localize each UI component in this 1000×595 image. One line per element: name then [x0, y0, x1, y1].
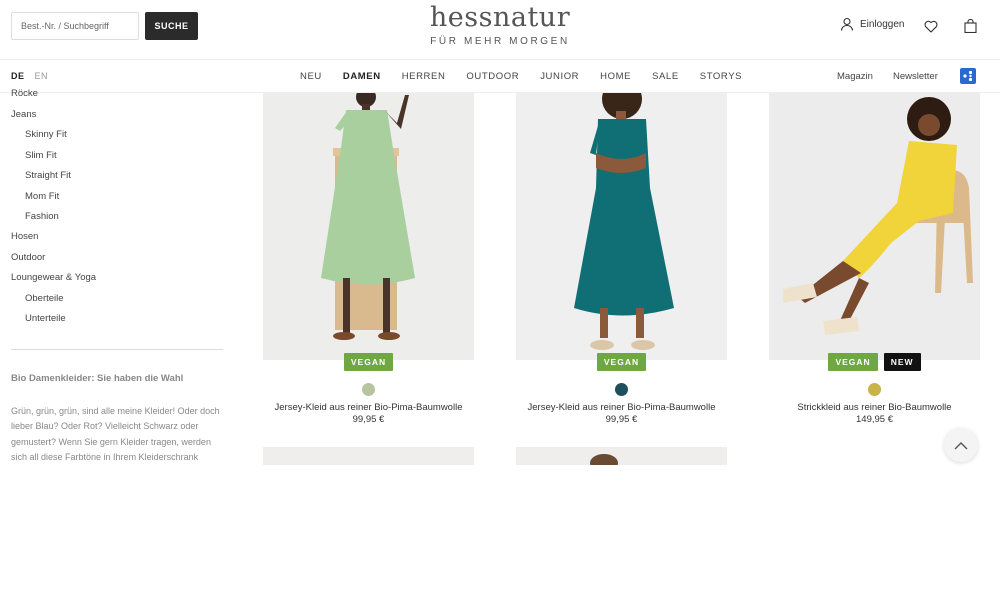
login-label: Einloggen: [860, 18, 905, 30]
lang-en[interactable]: EN: [35, 71, 49, 81]
sidebar-item-mom-fit[interactable]: Mom Fit: [25, 191, 59, 202]
nav-item-neu[interactable]: NEU: [300, 71, 322, 82]
nav-item-sale[interactable]: SALE: [652, 71, 679, 82]
sidebar-item-oberteile[interactable]: Oberteile: [25, 293, 64, 304]
product-name[interactable]: Jersey-Kleid aus reiner Bio-Pima-Baumwol…: [263, 402, 474, 413]
color-swatch[interactable]: [868, 383, 881, 396]
language-switcher: DE EN: [11, 71, 48, 81]
sidebar-item-skinny-fit[interactable]: Skinny Fit: [25, 129, 67, 140]
chevron-up-icon: [954, 441, 968, 449]
product-image-partial[interactable]: [263, 447, 474, 465]
user-icon: [840, 17, 854, 31]
sidebar-item-unterteile[interactable]: Unterteile: [25, 313, 66, 324]
logo[interactable]: hessnatur FÜR MEHR MORGEN: [400, 2, 600, 47]
sidebar-item-loungewear[interactable]: Loungewear & Yoga: [11, 272, 96, 283]
product-image[interactable]: [769, 93, 980, 360]
badge-row: VEGAN NEW: [769, 353, 980, 371]
nav-item-herren[interactable]: HERREN: [402, 71, 446, 82]
vegan-badge: VEGAN: [343, 353, 394, 371]
sidebar-item-jeans[interactable]: Jeans: [11, 109, 36, 120]
logo-tagline: FÜR MEHR MORGEN: [430, 36, 570, 47]
nav-item-damen[interactable]: DAMEN: [343, 71, 381, 82]
badge-row: VEGAN: [263, 353, 474, 371]
nav-item-junior[interactable]: JUNIOR: [540, 71, 579, 82]
sidebar-item-roecke[interactable]: Röcke: [11, 88, 38, 99]
main-nav: DE EN NEU DAMEN HERREN OUTDOOR JUNIOR HO…: [0, 60, 1000, 93]
vegan-badge: VEGAN: [828, 353, 878, 371]
vegan-badge: VEGAN: [596, 353, 647, 371]
sidebar-item-outdoor[interactable]: Outdoor: [11, 252, 45, 263]
product-price: 149,95 €: [856, 414, 893, 425]
product-image[interactable]: [263, 93, 474, 360]
sidebar-item-slim-fit[interactable]: Slim Fit: [25, 150, 57, 161]
sidebar-item-fashion[interactable]: Fashion: [25, 211, 59, 222]
sidebar-divider: [11, 349, 223, 350]
cart-button[interactable]: [961, 17, 979, 35]
back-to-top-button[interactable]: [944, 428, 978, 462]
color-swatch[interactable]: [362, 383, 375, 396]
badge-row: VEGAN: [516, 353, 727, 371]
color-swatch[interactable]: [615, 383, 628, 396]
product-image[interactable]: [516, 93, 727, 360]
category-menu: NEU DAMEN HERREN OUTDOOR JUNIOR HOME SAL…: [300, 71, 763, 82]
magazin-link[interactable]: Magazin: [837, 71, 873, 82]
logo-wordmark: hessnatur: [429, 2, 571, 33]
wishlist-button[interactable]: [922, 17, 940, 35]
product-image-partial[interactable]: [516, 447, 727, 472]
header: SUCHE hessnatur FÜR MEHR MORGEN Einlogge…: [0, 0, 1000, 60]
lang-de[interactable]: DE: [11, 71, 25, 81]
nav-item-storys[interactable]: STORYS: [700, 71, 742, 82]
heart-icon: [924, 20, 938, 33]
login-link[interactable]: Einloggen: [840, 17, 904, 31]
seo-title: Bio Damenkleider: Sie haben die Wahl: [11, 373, 184, 384]
search-input[interactable]: [11, 12, 139, 40]
product-name[interactable]: Jersey-Kleid aus reiner Bio-Pima-Baumwol…: [516, 402, 727, 413]
newsletter-link[interactable]: Newsletter: [893, 71, 938, 82]
product-price: 99,95 €: [352, 414, 385, 425]
nav-item-home[interactable]: HOME: [600, 71, 631, 82]
social-share-icon[interactable]: [960, 68, 976, 84]
search-button[interactable]: SUCHE: [145, 12, 198, 40]
product-name[interactable]: Strickkleid aus reiner Bio-Baumwolle: [769, 402, 980, 413]
new-badge: NEW: [883, 353, 921, 371]
product-price: 99,95 €: [605, 414, 638, 425]
sidebar-item-straight-fit[interactable]: Straight Fit: [25, 170, 71, 181]
seo-text: Grün, grün, grün, sind alle meine Kleide…: [11, 406, 220, 462]
nav-item-outdoor[interactable]: OUTDOOR: [466, 71, 519, 82]
sidebar-item-hosen[interactable]: Hosen: [11, 231, 38, 242]
shopping-bag-icon: [963, 19, 977, 33]
